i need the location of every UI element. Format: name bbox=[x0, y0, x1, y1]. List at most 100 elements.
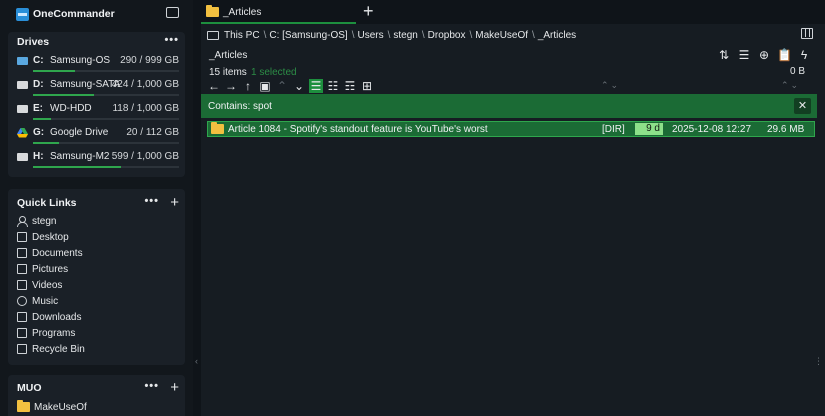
quick-links-more-button[interactable]: ••• bbox=[144, 195, 159, 207]
sort-chevrons-icon[interactable]: ⌃⌄ bbox=[601, 80, 620, 91]
filter-bar: Contains: spot ✕ bbox=[201, 94, 817, 118]
drive-letter: G: bbox=[33, 127, 45, 138]
folder-icon bbox=[17, 400, 30, 412]
selected-count: 1 selected bbox=[251, 67, 297, 78]
os-drive-icon bbox=[17, 57, 28, 65]
sort-icon[interactable]: ⇅ bbox=[717, 48, 731, 62]
quick-link-documents[interactable]: Documents bbox=[17, 246, 83, 260]
drive-name: Samsung-M2 bbox=[50, 151, 110, 162]
breadcrumb-item[interactable]: _Articles bbox=[538, 30, 576, 41]
drive-g[interactable]: G: Google Drive 20 / 112 GB bbox=[17, 126, 179, 150]
this-pc-icon bbox=[207, 30, 219, 40]
back-arrow-icon[interactable]: ← bbox=[207, 79, 221, 93]
breadcrumb-separator: \ bbox=[469, 29, 473, 41]
quick-link-programs[interactable]: Programs bbox=[17, 326, 75, 340]
quick-link-videos[interactable]: Videos bbox=[17, 278, 62, 292]
sidebar: OneCommander Drives ••• C: Samsung-OS 29… bbox=[0, 0, 193, 416]
tab-bar: _Articles + bbox=[201, 0, 825, 24]
quick-links-add-button[interactable]: + bbox=[170, 195, 179, 210]
add-icon[interactable]: ⊕ bbox=[757, 48, 771, 62]
pictures-icon bbox=[17, 264, 27, 274]
chevron-down-icon[interactable]: ⌄ bbox=[292, 79, 306, 93]
forward-arrow-icon[interactable]: → bbox=[224, 79, 238, 93]
drive-usage-fill bbox=[33, 142, 60, 144]
file-row[interactable]: Article 1084 - Spotify's standout featur… bbox=[207, 121, 815, 137]
folder-icon bbox=[211, 122, 224, 134]
quick-link-label: Pictures bbox=[32, 263, 69, 275]
calendar-icon[interactable]: ▣ bbox=[258, 79, 272, 93]
app-header: OneCommander bbox=[0, 0, 193, 28]
breadcrumb-item[interactable]: This PC bbox=[224, 30, 260, 41]
hdd-icon bbox=[17, 105, 28, 113]
new-tab-button[interactable]: + bbox=[363, 2, 374, 20]
quick-link-stegn[interactable]: stegn bbox=[17, 214, 56, 228]
drive-size: 118 / 1,000 GB bbox=[112, 103, 179, 114]
tab-articles[interactable]: _Articles bbox=[201, 2, 356, 24]
details-view-icon[interactable]: ☰ bbox=[309, 79, 323, 93]
new-window-icon[interactable] bbox=[166, 7, 179, 18]
quick-link-recycle-bin[interactable]: Recycle Bin bbox=[17, 342, 85, 356]
quick-link-music[interactable]: Music bbox=[17, 294, 58, 308]
breadcrumb-item[interactable]: Users bbox=[357, 30, 383, 41]
drive-h[interactable]: H: Samsung-M2 599 / 1,000 GB bbox=[17, 150, 179, 174]
drive-size: 20 / 112 GB bbox=[126, 127, 179, 138]
quick-link-desktop[interactable]: Desktop bbox=[17, 230, 69, 244]
size-total: 0 B bbox=[789, 66, 805, 77]
list-view-icon[interactable]: ☷ bbox=[326, 79, 340, 93]
close-filter-button[interactable]: ✕ bbox=[794, 98, 811, 114]
quick-link-downloads[interactable]: Downloads bbox=[17, 310, 81, 324]
drive-c[interactable]: C: Samsung-OS 290 / 999 GB bbox=[17, 54, 179, 78]
breadcrumb-separator: \ bbox=[387, 29, 391, 41]
desktop-icon bbox=[17, 232, 27, 242]
breadcrumb-separator: \ bbox=[421, 29, 425, 41]
grid-view-icon[interactable]: ⊞ bbox=[360, 79, 374, 93]
file-date: 2025-12-08 bbox=[672, 123, 724, 135]
quick-link-label: Programs bbox=[32, 327, 76, 339]
muo-link-makeuseof[interactable]: MakeUseOf bbox=[17, 400, 87, 414]
breadcrumb-item[interactable]: C: [Samsung-OS] bbox=[269, 30, 347, 41]
drive-name: WD-HDD bbox=[50, 103, 92, 114]
quick-link-pictures[interactable]: Pictures bbox=[17, 262, 68, 276]
videos-icon bbox=[17, 280, 27, 290]
column-layout-icon[interactable] bbox=[801, 28, 813, 39]
nav-toolbar: ← → ↑ ▣ ⌃ ⌄ ☰ ☷ ☶ ⊞ bbox=[207, 79, 374, 93]
active-tab-indicator bbox=[201, 22, 356, 24]
drive-name: Google Drive bbox=[50, 127, 109, 138]
muo-more-button[interactable]: ••• bbox=[144, 380, 159, 392]
recycle-bin-icon bbox=[17, 344, 27, 354]
drive-letter: D: bbox=[33, 79, 44, 90]
sort-chevrons-icon[interactable]: ⌃⌄ bbox=[781, 80, 800, 91]
file-time: 12:27 bbox=[726, 123, 752, 135]
quick-link-label: Desktop bbox=[32, 231, 69, 243]
drive-name: Samsung-SATA bbox=[50, 79, 121, 90]
filter-text: Contains: spot bbox=[208, 100, 272, 112]
drive-usage-bar bbox=[33, 94, 179, 96]
programs-icon bbox=[17, 328, 27, 338]
documents-icon bbox=[17, 248, 27, 258]
file-type: [DIR] bbox=[602, 123, 625, 135]
drive-usage-fill bbox=[33, 166, 121, 168]
drive-size: 290 / 999 GB bbox=[120, 55, 179, 66]
muo-add-button[interactable]: + bbox=[170, 380, 179, 395]
breadcrumb-separator: \ bbox=[532, 29, 535, 41]
hdd-icon bbox=[17, 153, 28, 161]
main-pane: _Articles + This PC \ C: [Samsung-OS] \ … bbox=[201, 0, 825, 416]
drive-e[interactable]: E: WD-HDD 118 / 1,000 GB bbox=[17, 102, 179, 126]
list-options-icon[interactable]: ☰ bbox=[737, 48, 751, 62]
chevron-up-icon[interactable]: ⌃ bbox=[275, 79, 289, 93]
quick-link-label: Downloads bbox=[32, 311, 82, 323]
breadcrumb-item[interactable]: Dropbox bbox=[428, 30, 466, 41]
up-arrow-icon[interactable]: ↑ bbox=[241, 79, 255, 93]
scroll-handle-icon[interactable]: ⋮ bbox=[814, 356, 823, 367]
clipboard-icon[interactable]: 📋 bbox=[777, 48, 792, 62]
collapse-sidebar-icon[interactable]: ‹ bbox=[195, 356, 198, 366]
lightning-icon[interactable]: ϟ bbox=[797, 48, 811, 62]
tiles-view-icon[interactable]: ☶ bbox=[343, 79, 357, 93]
breadcrumb-item[interactable]: MakeUseOf bbox=[475, 30, 528, 41]
drive-name: Samsung-OS bbox=[50, 55, 111, 66]
drive-usage-bar bbox=[33, 118, 179, 120]
drive-d[interactable]: D: Samsung-SATA 424 / 1,000 GB bbox=[17, 78, 179, 102]
drive-letter: C: bbox=[33, 55, 44, 66]
drives-more-button[interactable]: ••• bbox=[164, 34, 179, 46]
breadcrumb-item[interactable]: stegn bbox=[393, 30, 417, 41]
